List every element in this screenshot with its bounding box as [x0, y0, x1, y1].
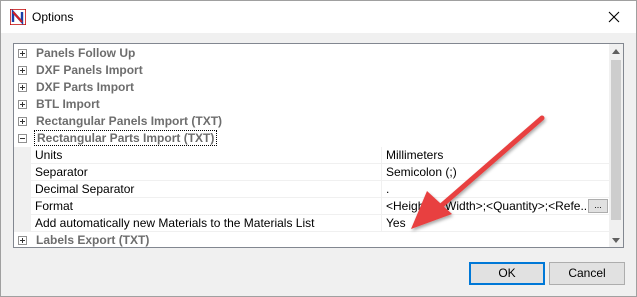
title-bar: Options [1, 1, 636, 33]
property-name: Separator [31, 164, 382, 181]
property-name: Format [31, 198, 382, 215]
category-dxf-parts-import[interactable]: DXF Parts Import [14, 79, 610, 96]
property-row-separator[interactable]: Separator Semicolon (;) [14, 164, 610, 181]
category-label: DXF Panels Import [36, 63, 143, 77]
property-value[interactable]: Millimeters [382, 147, 610, 164]
ok-button[interactable]: OK [469, 262, 545, 285]
property-name: Decimal Separator [31, 181, 382, 198]
property-value[interactable]: Yes [382, 215, 610, 232]
expand-icon[interactable] [18, 66, 27, 75]
expand-icon[interactable] [18, 117, 27, 126]
expand-icon[interactable] [18, 49, 27, 58]
vertical-scrollbar[interactable] [609, 44, 623, 247]
category-label: Rectangular Parts Import (TXT) [34, 130, 218, 146]
property-name: Units [31, 147, 382, 164]
expand-icon[interactable] [18, 236, 27, 245]
property-grid[interactable]: Panels Follow Up DXF Panels Import DXF P… [13, 43, 624, 248]
scroll-up-icon[interactable] [609, 44, 623, 58]
property-row-decimal-separator[interactable]: Decimal Separator . [14, 181, 610, 198]
property-name: Add automatically new Materials to the M… [31, 215, 382, 232]
scroll-thumb[interactable] [611, 60, 621, 220]
property-row-format[interactable]: Format <Height>;<Width>;<Quantity>;<Refe… [14, 198, 610, 215]
expand-icon[interactable] [18, 100, 27, 109]
property-value[interactable]: . [382, 181, 610, 198]
category-btl-import[interactable]: BTL Import [14, 96, 610, 113]
category-panels-follow-up[interactable]: Panels Follow Up [14, 45, 610, 62]
options-dialog: Options Panels Follow Up DXF Panels Impo… [0, 0, 637, 297]
cancel-button[interactable]: Cancel [549, 262, 625, 285]
category-label: Rectangular Panels Import (TXT) [36, 114, 223, 128]
property-value[interactable]: <Height>;<Width>;<Quantity>;<Refe... ... [382, 198, 610, 215]
category-dxf-panels-import[interactable]: DXF Panels Import [14, 62, 610, 79]
window-title: Options [32, 10, 74, 24]
app-logo-icon [9, 8, 27, 26]
close-button[interactable] [592, 1, 636, 32]
category-label: Panels Follow Up [36, 46, 136, 60]
category-labels-export[interactable]: Labels Export (TXT) [14, 232, 610, 247]
category-label: DXF Parts Import [36, 80, 135, 94]
collapse-icon[interactable] [18, 134, 27, 143]
format-edit-button[interactable]: ... [588, 199, 608, 213]
close-icon [608, 11, 620, 22]
category-rectangular-panels-import[interactable]: Rectangular Panels Import (TXT) [14, 113, 610, 130]
category-rectangular-parts-import[interactable]: Rectangular Parts Import (TXT) [14, 130, 610, 147]
format-value-text: <Height>;<Width>;<Quantity>;<Refe... [386, 199, 591, 213]
expand-icon[interactable] [18, 83, 27, 92]
category-label: Labels Export (TXT) [36, 233, 150, 247]
category-label: BTL Import [36, 97, 100, 111]
property-row-units[interactable]: Units Millimeters [14, 147, 610, 164]
property-row-add-materials[interactable]: Add automatically new Materials to the M… [14, 215, 610, 232]
property-value[interactable]: Semicolon (;) [382, 164, 610, 181]
scroll-down-icon[interactable] [609, 233, 623, 247]
